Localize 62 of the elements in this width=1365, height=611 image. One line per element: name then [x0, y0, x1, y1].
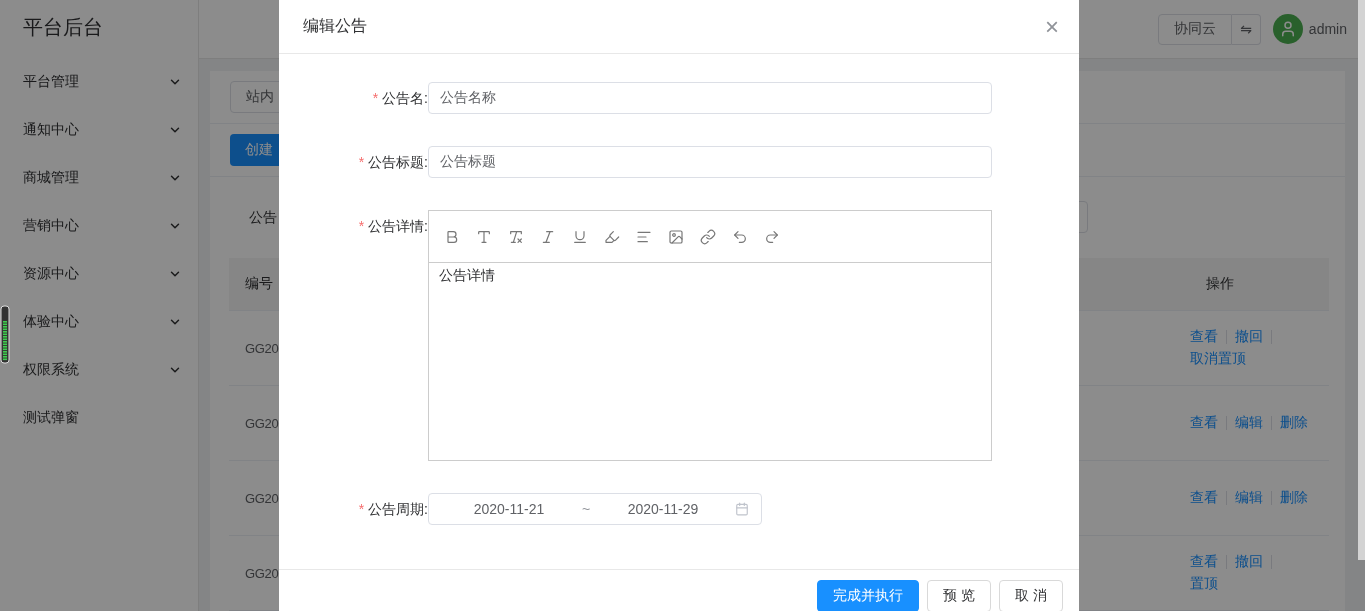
- column-header: 操作: [1206, 275, 1234, 293]
- required-mark: *: [358, 154, 365, 170]
- action-link[interactable]: 撤回: [1235, 553, 1263, 571]
- sidebar-item[interactable]: 测试弹窗: [12, 394, 198, 442]
- action-link[interactable]: 查看: [1190, 328, 1218, 346]
- table-cell: GG20: [245, 415, 279, 431]
- field-label: 公告周期:: [368, 501, 428, 517]
- user-name[interactable]: admin: [1308, 21, 1347, 37]
- rich-text-editor[interactable]: 公告详情: [428, 210, 992, 461]
- sidebar-item[interactable]: 营销中心: [12, 202, 198, 250]
- link-icon[interactable]: [700, 228, 716, 245]
- switch-button[interactable]: ⇋: [1232, 13, 1261, 45]
- scrollbar[interactable]: [1358, 0, 1365, 560]
- field-label: 公告名:: [382, 90, 428, 106]
- primary-button[interactable]: 完成并执行: [817, 580, 920, 611]
- filter-label: 公告: [249, 208, 277, 227]
- app-title: 平台后台: [22, 15, 104, 40]
- action-link[interactable]: 编辑: [1235, 489, 1263, 507]
- sidebar-item[interactable]: 权限系统: [12, 346, 198, 394]
- avatar[interactable]: [1272, 14, 1303, 44]
- action-link[interactable]: 取消置顶: [1190, 350, 1246, 368]
- calendar-icon: [735, 502, 749, 516]
- action-link[interactable]: 查看: [1190, 553, 1218, 571]
- required-mark: *: [358, 501, 365, 517]
- tenant-button[interactable]: 协同云: [1158, 13, 1233, 45]
- field-label: 公告详情:: [368, 218, 428, 234]
- table-cell: GG20: [245, 565, 279, 581]
- field-label: 公告标题:: [368, 154, 428, 170]
- sidebar-item[interactable]: 体验中心: [12, 298, 198, 346]
- underline-icon[interactable]: [572, 228, 588, 245]
- italic-icon[interactable]: [540, 228, 556, 245]
- dialog-title: 编辑公告: [303, 16, 367, 36]
- action-link[interactable]: 撤回: [1235, 328, 1263, 346]
- text-size-icon[interactable]: [476, 228, 492, 245]
- column-header: 编号: [245, 275, 273, 293]
- redo-icon[interactable]: [764, 228, 780, 245]
- action-link[interactable]: 置顶: [1190, 575, 1218, 593]
- date-range-field[interactable]: 2020-11-21 ~ 2020-11-29: [428, 493, 762, 525]
- dialog-button[interactable]: 取 消: [999, 580, 1063, 611]
- sidebar-item[interactable]: 商城管理: [12, 154, 198, 202]
- text-input[interactable]: 公告标题: [428, 146, 992, 178]
- action-link[interactable]: 删除: [1280, 489, 1308, 507]
- bold-icon[interactable]: [444, 228, 460, 245]
- sidebar-item[interactable]: 通知中心: [12, 106, 198, 154]
- table-cell: GG20: [245, 490, 279, 506]
- action-link[interactable]: 查看: [1190, 414, 1218, 432]
- image-icon[interactable]: [668, 228, 684, 245]
- highlighter-icon[interactable]: [604, 228, 620, 245]
- undo-icon[interactable]: [732, 228, 748, 245]
- sidebar-item[interactable]: 平台管理: [12, 58, 198, 106]
- dialog-button[interactable]: 预 览: [927, 580, 992, 611]
- action-link[interactable]: 删除: [1280, 414, 1308, 432]
- action-link[interactable]: 查看: [1190, 489, 1218, 507]
- table-cell: GG20: [245, 340, 279, 356]
- action-link[interactable]: 编辑: [1235, 414, 1263, 432]
- sidebar-item[interactable]: 资源中心: [12, 250, 198, 298]
- close-button[interactable]: ×: [1045, 14, 1059, 39]
- clear-format-icon[interactable]: [508, 228, 524, 245]
- required-mark: *: [372, 90, 379, 106]
- text-input[interactable]: 公告名称: [428, 82, 992, 114]
- range-separator: ~: [580, 501, 592, 517]
- required-mark: *: [358, 218, 365, 234]
